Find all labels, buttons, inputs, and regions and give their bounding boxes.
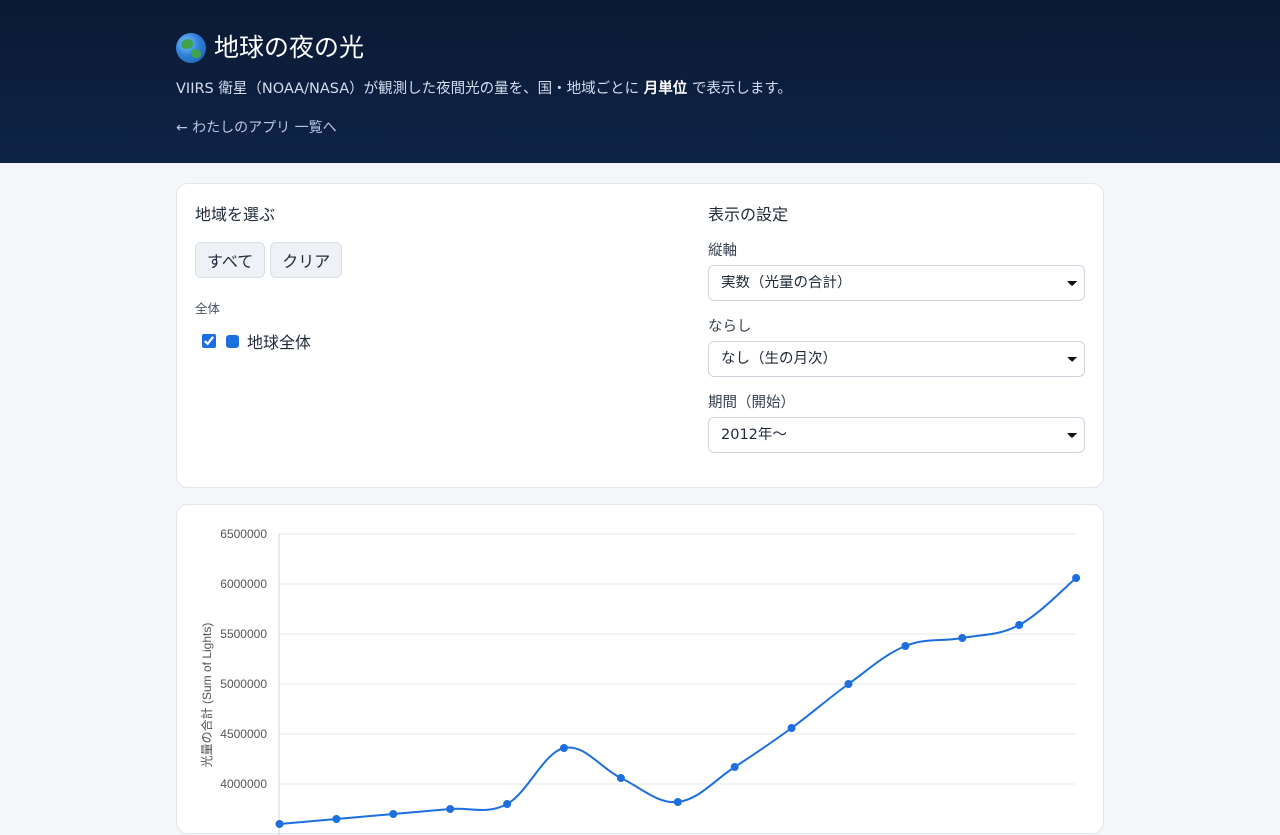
data-point[interactable] <box>958 634 967 642</box>
page-title: 地球の夜の光 <box>176 32 1104 64</box>
region-item-world[interactable]: 地球全体 <box>202 329 665 353</box>
y-axis-ticks: 4000000 4500000 5000000 5500000 6000000 65000… <box>220 527 267 791</box>
data-point[interactable] <box>332 815 341 823</box>
y-tick-label: 5500000 <box>220 627 267 641</box>
region-checkbox-world[interactable] <box>202 334 216 348</box>
controls-panel: 地域を選ぶ すべて クリア 全体 地球全体 表示の設定 縦軸 実数（光量の合計）… <box>176 183 1104 488</box>
data-point[interactable] <box>446 805 455 813</box>
series-line <box>279 577 1077 825</box>
data-point[interactable] <box>1015 621 1024 629</box>
y-tick-label: 5000000 <box>220 677 267 691</box>
chart-panel: 4000000 4500000 5000000 5500000 6000000 65000… <box>176 504 1104 835</box>
page-header: 地球の夜の光 VIIRS 衛星（NOAA/NASA）が観測した夜間光の量を、国・… <box>0 0 1280 163</box>
region-section-title: 地域を選ぶ <box>195 205 276 224</box>
description-post: で表示します。 <box>687 81 792 97</box>
description-pre: VIIRS 衛星（NOAA/NASA）が観測した夜間光の量を、国・地域ごとに <box>176 81 644 97</box>
period-select[interactable]: 2012年〜 <box>708 417 1085 453</box>
display-settings: 表示の設定 縦軸 実数（光量の合計） ならし なし（生の月次） 期間（開始） 2… <box>708 204 1086 453</box>
back-to-apps-link[interactable]: ← わたしのアプリ 一覧へ <box>176 117 337 137</box>
y-tick-label: 4000000 <box>220 777 267 791</box>
data-point[interactable] <box>275 820 284 828</box>
region-color-swatch <box>226 334 239 348</box>
data-point[interactable] <box>673 798 682 806</box>
region-label-world: 地球全体 <box>247 333 312 352</box>
data-point[interactable] <box>1072 574 1081 582</box>
region-button-row: すべて クリア <box>195 242 665 278</box>
y-tick-label: 6500000 <box>220 527 267 541</box>
page-description: VIIRS 衛星（NOAA/NASA）が観測した夜間光の量を、国・地域ごとに 月… <box>176 78 1104 100</box>
description-bold: 月単位 <box>643 81 688 97</box>
data-point[interactable] <box>560 744 568 752</box>
data-point[interactable] <box>503 800 512 808</box>
globe-icon <box>176 33 206 63</box>
data-point[interactable] <box>787 724 796 732</box>
region-selector: 地域を選ぶ すべて クリア 全体 地球全体 <box>195 204 665 353</box>
period-label: 期間（開始） <box>708 395 795 411</box>
line-chart: 4000000 4500000 5000000 5500000 6000000 65000… <box>199 527 1081 835</box>
axis-select[interactable]: 実数（光量の合計） <box>708 265 1085 301</box>
settings-section-title: 表示の設定 <box>708 205 789 224</box>
chart-grid <box>279 533 1075 785</box>
select-all-button[interactable]: すべて <box>195 242 266 278</box>
axis-label: 縦軸 <box>708 243 737 259</box>
data-point[interactable] <box>616 774 625 782</box>
smoothing-label: ならし <box>708 319 752 335</box>
data-point[interactable] <box>389 810 398 818</box>
data-point[interactable] <box>730 763 739 771</box>
y-tick-label: 4500000 <box>220 727 267 741</box>
y-tick-label: 6000000 <box>220 577 267 591</box>
smoothing-select[interactable]: なし（生の月次） <box>708 341 1085 377</box>
data-point[interactable] <box>901 642 910 650</box>
chart-series <box>275 574 1081 828</box>
page-title-text: 地球の夜の光 <box>214 33 365 62</box>
clear-button[interactable]: クリア <box>270 242 343 278</box>
region-group-label: 全体 <box>195 301 221 316</box>
data-point[interactable] <box>844 680 853 688</box>
y-axis-label: 光量の合計 (Sum of Lights) <box>199 623 214 768</box>
